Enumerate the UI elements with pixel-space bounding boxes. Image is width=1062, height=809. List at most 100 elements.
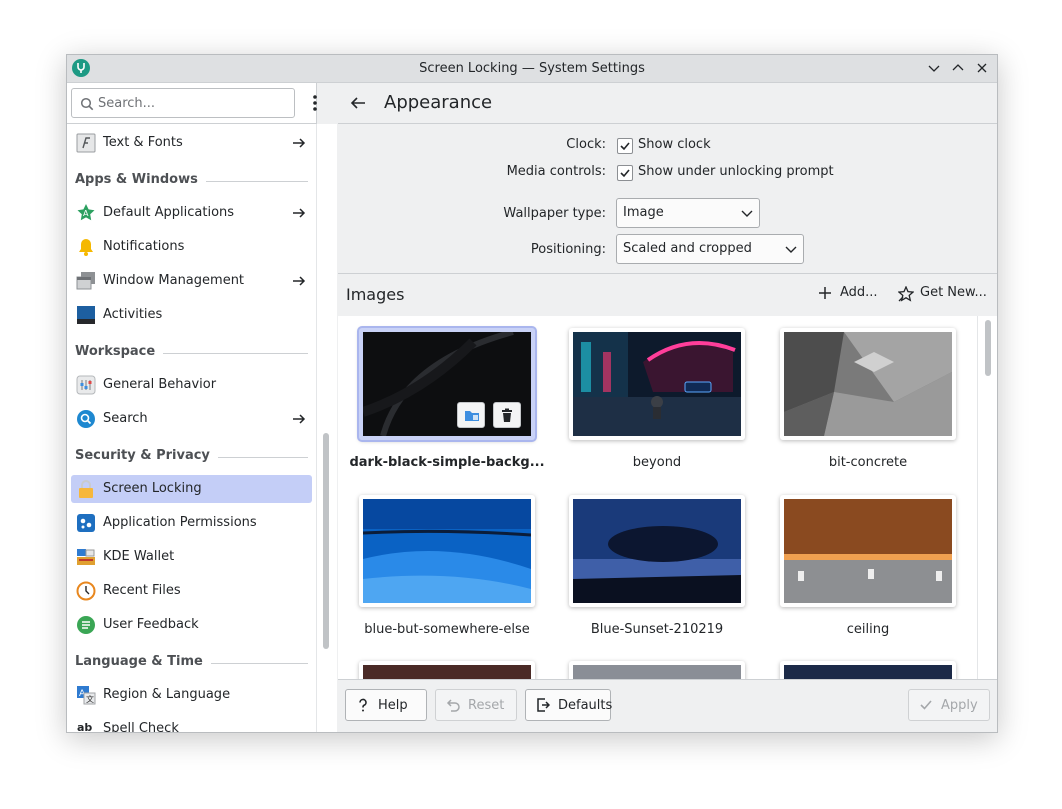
window-management-icon: [76, 271, 96, 291]
sidebar-item-kde-wallet[interactable]: KDE Wallet: [71, 543, 312, 571]
wallpaper-thumbnail-frame: [780, 495, 956, 607]
trash-icon: [502, 408, 512, 422]
minimize-button[interactable]: [925, 59, 943, 77]
general-behavior-icon: [76, 375, 96, 395]
wallpaper-thumbnail-frame: [780, 328, 956, 440]
sidebar-list: Text & Fonts Apps & Windows A Default Ap…: [67, 124, 316, 732]
checkmark-icon: [620, 169, 630, 178]
sidebar-item-recent-files[interactable]: Recent Files: [71, 577, 312, 605]
folder-icon: [465, 411, 479, 421]
arrow-right-icon: [293, 276, 306, 286]
kebab-menu-icon: [313, 95, 317, 111]
svg-text:A: A: [83, 209, 89, 218]
kde-wallet-icon: [76, 547, 96, 567]
section-header-language-time: Language & Time: [75, 654, 308, 672]
help-button[interactable]: Help: [345, 689, 427, 721]
images-title: Images: [346, 285, 405, 304]
media-controls-row: Media controls: Show under unlocking pro…: [338, 161, 997, 191]
images-header: Images Add... Get New...: [338, 273, 997, 317]
images-scrollbar-thumb[interactable]: [985, 320, 991, 376]
sidebar-item-label: Region & Language: [103, 687, 231, 702]
images-scrollbar-track[interactable]: [977, 316, 997, 679]
wallpaper-thumbnail-frame: [780, 661, 956, 679]
sidebar-item-text-fonts[interactable]: Text & Fonts: [71, 129, 312, 157]
defaults-button[interactable]: Defaults: [525, 689, 612, 721]
section-header-workspace: Workspace: [75, 344, 308, 362]
clock-label: Clock:: [566, 137, 606, 152]
section-header-apps-windows: Apps & Windows: [75, 172, 308, 190]
sidebar-item-region-language[interactable]: A文 Region & Language: [71, 681, 312, 709]
wallpaper-thumbnail-frame: [359, 495, 535, 607]
bell-icon: [76, 237, 96, 257]
undo-icon: [446, 699, 460, 712]
sidebar-item-user-feedback[interactable]: User Feedback: [71, 611, 312, 639]
sidebar-scrollbar-thumb[interactable]: [323, 433, 329, 649]
wallpaper-thumbnail-bit-concrete: [784, 332, 952, 436]
search-field[interactable]: [71, 88, 295, 118]
sidebar-item-label: KDE Wallet: [103, 549, 175, 564]
wallpaper-thumbnail-blue-sunset: [573, 499, 741, 603]
sidebar-item-application-permissions[interactable]: Application Permissions: [71, 509, 312, 537]
delete-wallpaper-button[interactable]: [493, 402, 521, 428]
main-content: Appearance Clock: Show clock Media contr…: [338, 83, 997, 732]
show-clock-label[interactable]: Show clock: [638, 137, 711, 152]
sidebar-item-activities[interactable]: Activities: [71, 301, 312, 329]
clock-row: Clock: Show clock: [338, 134, 997, 164]
positioning-value: Scaled and cropped: [623, 241, 752, 256]
help-icon: [359, 698, 367, 712]
get-new-star-icon: [898, 286, 914, 302]
maximize-button[interactable]: [949, 59, 967, 77]
reset-button[interactable]: Reset: [435, 689, 517, 721]
sidebar-item-label: Spell Check: [103, 721, 179, 732]
region-language-icon: A文: [76, 685, 96, 705]
arrow-right-icon: [293, 138, 306, 148]
get-new-wallpapers-button[interactable]: Get New...: [898, 285, 988, 303]
chevron-down-icon: [785, 246, 797, 253]
menu-kebab-button[interactable]: [303, 91, 327, 115]
sidebar-item-default-applications[interactable]: A Default Applications: [71, 199, 312, 227]
sidebar-item-window-management[interactable]: Window Management: [71, 267, 312, 295]
sidebar-item-label: Notifications: [103, 239, 185, 254]
apply-button[interactable]: Apply: [908, 689, 990, 721]
back-arrow-icon[interactable]: [350, 95, 366, 111]
sidebar: Text & Fonts Apps & Windows A Default Ap…: [67, 83, 337, 732]
open-folder-button[interactable]: [457, 402, 485, 428]
close-button[interactable]: [973, 59, 991, 77]
media-controls-checkbox[interactable]: [617, 165, 633, 181]
wallpaper-thumbnail-frame: [359, 661, 535, 679]
sidebar-item-notifications[interactable]: Notifications: [71, 233, 312, 261]
add-image-button[interactable]: Add...: [818, 285, 888, 303]
positioning-row: Positioning: Scaled and cropped: [338, 234, 997, 264]
sidebar-item-search[interactable]: Search: [71, 405, 312, 433]
wallpaper-name: blue-but-somewhere-else: [364, 622, 530, 637]
media-controls-label: Media controls:: [506, 164, 606, 179]
positioning-select[interactable]: Scaled and cropped: [616, 234, 804, 264]
wallpaper-type-select[interactable]: Image: [616, 198, 760, 228]
wallpaper-thumbnail: [573, 665, 741, 679]
wallpaper-type-row: Wallpaper type: Image: [338, 198, 997, 228]
svg-text:文: 文: [86, 694, 94, 704]
wallpaper-name: Blue-Sunset-210219: [590, 622, 724, 637]
sidebar-item-screen-locking[interactable]: Screen Locking: [71, 475, 312, 503]
defaults-icon: [537, 698, 550, 712]
screen-locking-icon: [76, 479, 96, 499]
sidebar-item-label: Default Applications: [103, 205, 235, 220]
search-input[interactable]: [98, 94, 278, 112]
search-icon: [80, 97, 94, 111]
wallpaper-name: bit-concrete: [828, 455, 908, 470]
media-controls-option-label[interactable]: Show under unlocking prompt: [638, 164, 834, 179]
wallpaper-name: dark-black-simple-backg...: [349, 455, 545, 470]
sidebar-item-spell-check[interactable]: ab Spell Check: [71, 715, 312, 732]
sidebar-item-label: User Feedback: [103, 617, 199, 632]
sidebar-item-general-behavior[interactable]: General Behavior: [71, 371, 312, 399]
default-applications-icon: A: [76, 203, 96, 223]
chevron-down-icon: [741, 210, 753, 217]
show-clock-checkbox[interactable]: [617, 138, 633, 154]
footer-buttons: Help Reset Defaults Apply: [338, 679, 997, 732]
system-settings-window: Screen Locking — System Settings Text & …: [66, 54, 998, 733]
plus-icon: [819, 287, 831, 299]
checkmark-icon: [620, 142, 630, 151]
positioning-label: Positioning:: [530, 242, 606, 257]
arrow-right-icon: [293, 414, 306, 424]
application-permissions-icon: [76, 513, 96, 533]
